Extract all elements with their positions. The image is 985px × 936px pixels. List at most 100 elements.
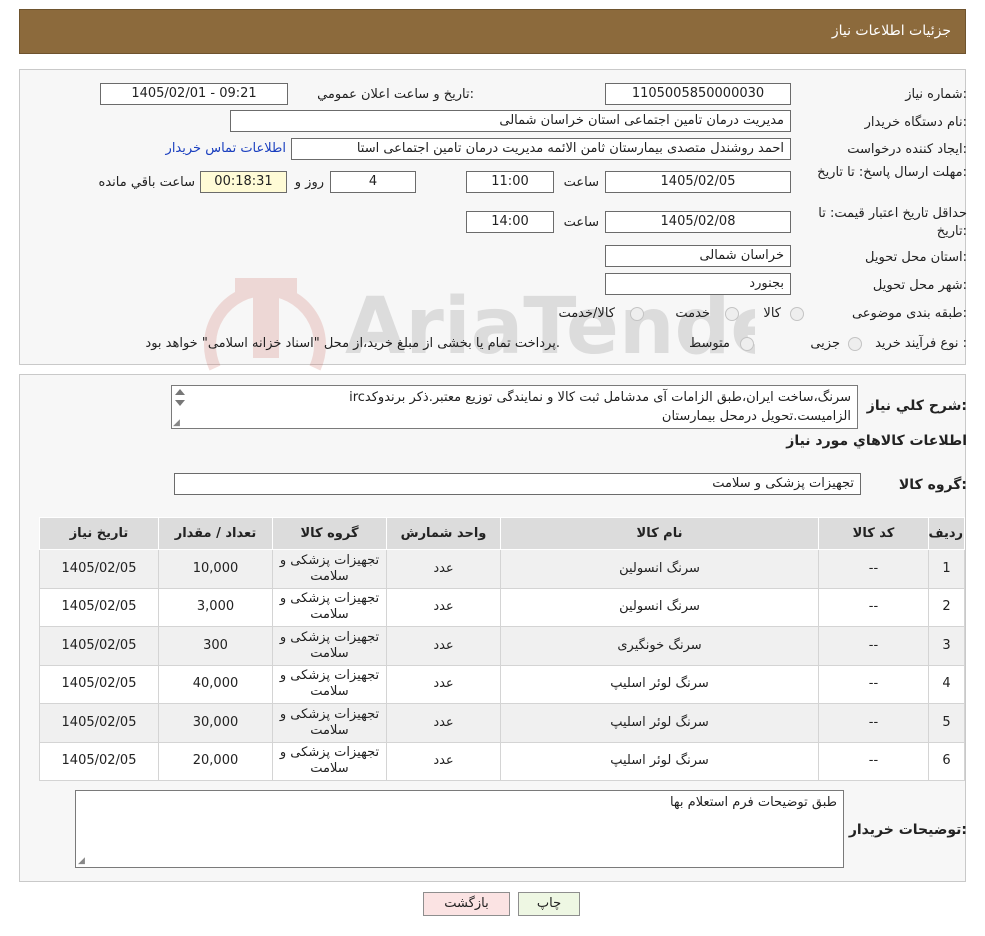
cell-date: 1405/02/05 <box>39 549 159 589</box>
process-payment-note: پرداخت تمام یا بخشی از مبلغ خرید،از محل … <box>145 336 560 351</box>
cell-row-number: 5 <box>928 703 965 743</box>
cell-quantity: 3,000 <box>158 587 273 627</box>
category-service-label: خدمت <box>675 306 710 321</box>
city-field: بجنورد <box>605 273 791 295</box>
buyer-notes-label: توضیحات خریدار: <box>848 822 967 838</box>
page-header: جزئیات اطلاعات نیاز <box>19 9 966 54</box>
goods-group-field: تجهیزات پزشکی و سلامت <box>174 473 861 495</box>
cell-code: -- <box>818 626 929 666</box>
back-button[interactable]: بازگشت <box>423 892 510 916</box>
scroll-up-icon[interactable] <box>175 389 185 395</box>
cell-date: 1405/02/05 <box>39 664 159 704</box>
city-label: شهر محل تحویل: <box>872 278 967 293</box>
description-label: شرح کلي نیاز: <box>866 398 967 414</box>
cell-name: سرنگ انسولین <box>500 587 819 627</box>
cell-row-number: 4 <box>928 664 965 704</box>
col-header-unit: واحد شمارش <box>386 517 501 550</box>
category-radio-service[interactable] <box>725 307 739 321</box>
cell-date: 1405/02/05 <box>39 587 159 627</box>
buyer-label: نام دستگاه خریدار: <box>864 115 967 130</box>
cell-code: -- <box>818 741 929 781</box>
table-row: 2 -- سرنگ انسولین عدد تجهیزات پزشکی و سل… <box>39 587 965 627</box>
goods-group-label: گروه کالا: <box>898 477 967 493</box>
description-line-2: الزامیست.تحویل درمحل بیمارستان <box>661 409 851 424</box>
cell-unit: عدد <box>386 664 501 704</box>
cell-quantity: 30,000 <box>158 703 273 743</box>
col-header-code: کد کالا <box>818 517 929 550</box>
days-remaining-field: 4 <box>330 171 416 193</box>
cell-unit: عدد <box>386 741 501 781</box>
process-radio-minor[interactable] <box>848 337 862 351</box>
col-header-name: نام کالا <box>500 517 819 550</box>
cell-name: سرنگ لوئر اسلیپ <box>500 703 819 743</box>
scroll-down-icon[interactable] <box>175 400 185 406</box>
cell-group: تجهیزات پزشکی و سلامت <box>272 549 387 589</box>
buyer-field: مدیریت درمان تامین اجتماعی استان خراسان … <box>230 110 791 132</box>
goods-section-title: اطلاعات کالاهاي مورد نیاز <box>786 433 967 449</box>
cell-code: -- <box>818 703 929 743</box>
category-goods-label: کالا <box>763 306 781 321</box>
cell-date: 1405/02/05 <box>39 626 159 666</box>
notes-resize-handle-icon[interactable]: ◢ <box>78 857 85 866</box>
reply-deadline-label: مهلت ارسال پاسخ: تا تاریخ: <box>817 165 967 180</box>
cell-code: -- <box>818 587 929 627</box>
validity-time-label: ساعت <box>563 215 599 230</box>
reply-date-field: 1405/02/05 <box>605 171 791 193</box>
cell-unit: عدد <box>386 549 501 589</box>
province-field: خراسان شمالی <box>605 245 791 267</box>
cell-row-number: 3 <box>928 626 965 666</box>
col-header-quantity: تعداد / مقدار <box>158 517 273 550</box>
cell-quantity: 40,000 <box>158 664 273 704</box>
cell-group: تجهیزات پزشکی و سلامت <box>272 703 387 743</box>
cell-name: سرنگ انسولین <box>500 549 819 589</box>
category-radio-goods[interactable] <box>790 307 804 321</box>
process-type-label: نوع فرآیند خرید : <box>875 336 967 351</box>
province-label: استان محل تحویل: <box>865 250 967 265</box>
process-medium-label: متوسط <box>689 336 730 351</box>
buyer-notes-textarea[interactable]: طبق توضیحات فرم استعلام بها <box>75 790 844 868</box>
print-button[interactable]: چاپ <box>518 892 580 916</box>
process-radio-medium[interactable] <box>740 337 754 351</box>
category-goods-service-label: کالا/خدمت <box>558 306 615 321</box>
cell-quantity: 10,000 <box>158 549 273 589</box>
col-header-date: تاریخ نیاز <box>39 517 159 550</box>
creator-label: ایجاد کننده درخواست: <box>847 142 967 157</box>
time-remaining-label: ساعت باقي مانده <box>98 175 195 190</box>
table-row: 4 -- سرنگ لوئر اسلیپ عدد تجهیزات پزشکی و… <box>39 664 965 704</box>
cell-group: تجهیزات پزشکی و سلامت <box>272 741 387 781</box>
col-header-group: گروه کالا <box>272 517 387 550</box>
buyer-notes-text: طبق توضیحات فرم استعلام بها <box>669 795 837 810</box>
reply-time-field: 11:00 <box>466 171 554 193</box>
price-validity-label: حداقل تاریخ اعتبار قیمت: تا تاریخ: <box>818 206 967 239</box>
cell-date: 1405/02/05 <box>39 703 159 743</box>
description-line-1: سرنگ،ساخت ایران،طبق الزامات آی مدشامل ثب… <box>349 390 851 405</box>
days-label: روز و <box>294 175 324 190</box>
cell-code: -- <box>818 664 929 704</box>
category-radio-goods-service[interactable] <box>630 307 644 321</box>
table-row: 5 -- سرنگ لوئر اسلیپ عدد تجهیزات پزشکی و… <box>39 703 965 743</box>
table-row: 1 -- سرنگ انسولین عدد تجهیزات پزشکی و سل… <box>39 549 965 589</box>
cell-group: تجهیزات پزشکی و سلامت <box>272 626 387 666</box>
process-minor-label: جزیی <box>810 336 840 351</box>
cell-group: تجهیزات پزشکی و سلامت <box>272 587 387 627</box>
cell-unit: عدد <box>386 626 501 666</box>
time-remaining-field: 00:18:31 <box>200 171 287 193</box>
items-table-wrapper: ردیف کد کالا نام کالا واحد شمارش گروه کا… <box>39 517 965 781</box>
announce-label: تاریخ و ساعت اعلان عمومي: <box>317 87 474 102</box>
creator-field: احمد روشندل متصدی بیمارستان ثامن الائمه … <box>291 138 791 160</box>
buyer-contact-link[interactable]: اطلاعات تماس خریدار <box>166 141 286 156</box>
cell-unit: عدد <box>386 587 501 627</box>
page-title: جزئیات اطلاعات نیاز <box>831 23 951 39</box>
cell-unit: عدد <box>386 703 501 743</box>
validity-date-field: 1405/02/08 <box>605 211 791 233</box>
items-table: ردیف کد کالا نام کالا واحد شمارش گروه کا… <box>39 517 965 781</box>
resize-handle-icon[interactable]: ◢ <box>173 419 180 428</box>
category-label: طبقه بندی موضوعی: <box>851 306 967 321</box>
cell-name: سرنگ لوئر اسلیپ <box>500 741 819 781</box>
col-header-row-number: ردیف <box>928 517 965 550</box>
cell-code: -- <box>818 549 929 589</box>
need-number-label: شماره نیاز: <box>905 87 967 102</box>
validity-time-field: 14:00 <box>466 211 554 233</box>
description-textarea[interactable]: سرنگ،ساخت ایران،طبق الزامات آی مدشامل ثب… <box>171 385 858 429</box>
cell-group: تجهیزات پزشکی و سلامت <box>272 664 387 704</box>
